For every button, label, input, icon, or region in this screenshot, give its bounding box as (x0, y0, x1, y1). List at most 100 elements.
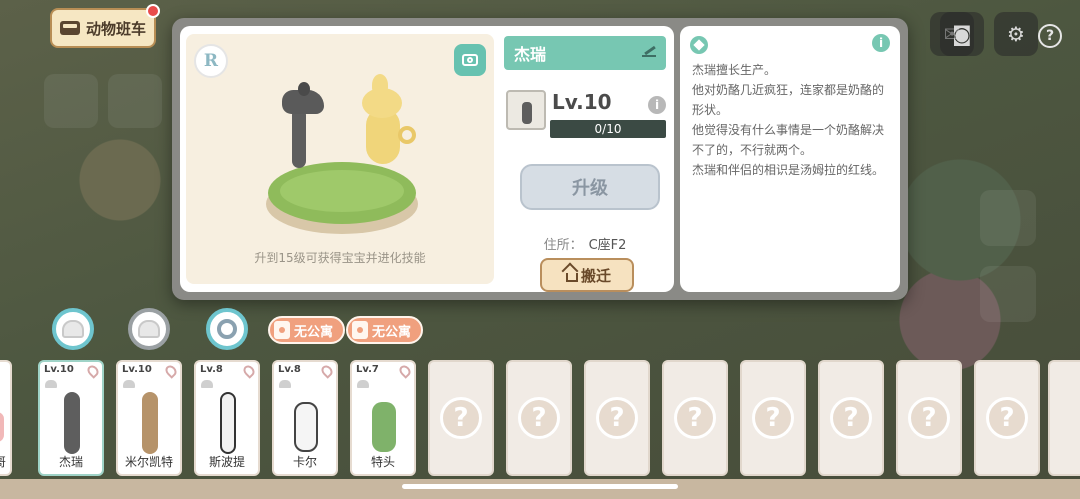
animal-bio: 杰瑞擅长生产。 他对奶酪几近疯狂，连家都是奶酪的形状。 他觉得没有什么事情是一个… (692, 60, 888, 180)
card-level: Lv.8 (278, 364, 301, 375)
level-label: Lv.10 (552, 90, 612, 114)
chef-hat-icon (45, 380, 57, 388)
animal-card[interactable]: Lv.8 斯波提 (194, 360, 260, 476)
relocate-label: 搬迁 (580, 266, 611, 285)
relocate-button[interactable]: 搬迁 (540, 258, 634, 292)
gear-icon[interactable]: ⚙ (994, 12, 1038, 56)
bio-line: 杰瑞和伴侣的相识是汤姆拉的红线。 (692, 163, 885, 177)
camera-icon (462, 54, 478, 66)
location-pin-icon (319, 363, 335, 379)
card-level: Lv.7 (356, 364, 379, 375)
no-apartment-tag: 无公寓 (346, 316, 424, 344)
door-icon (352, 321, 368, 339)
question-icon: ? (908, 397, 950, 439)
animal-profile-card: R 升到15级可获得宝宝并进化技能 杰瑞 Lv.10 i 0/10 升级 住所：… (180, 26, 674, 292)
partner-mouse-figure (362, 74, 418, 174)
animal-figure (64, 392, 80, 454)
photo-button[interactable] (454, 44, 486, 76)
jerry-mouse-figure (282, 78, 324, 178)
animal-card[interactable]: Lv.10 米尔凯特 (116, 360, 182, 476)
gear-badge (206, 308, 248, 350)
empty-slot[interactable]: ? (428, 360, 494, 476)
location-pin-icon (241, 363, 257, 379)
xp-text: 0/10 (594, 122, 622, 136)
home-icon (563, 269, 578, 282)
tray-base (0, 479, 1080, 499)
bio-line: 他对奶酪几近疯狂，连家都是奶酪的形状。 (692, 83, 885, 117)
animal-card[interactable]: Lv.7 特头 (350, 360, 416, 476)
card-level: Lv.8 (200, 364, 223, 375)
empty-slot[interactable]: ? (506, 360, 572, 476)
xp-progress-bar: 0/10 (550, 120, 666, 138)
gear-icon (217, 319, 237, 339)
upgrade-button[interactable]: 升级 (520, 164, 660, 210)
animal-stage: R 升到15级可获得宝宝并进化技能 (186, 34, 494, 284)
help-icon[interactable]: ? (1038, 24, 1062, 48)
residence-value: C座F2 (588, 238, 627, 253)
card-level: Lv.10 (44, 364, 74, 375)
animal-card-partial[interactable]: 哥 (0, 360, 12, 476)
chef-hat-badge (128, 308, 170, 350)
animal-name-field[interactable]: 杰瑞 (504, 36, 666, 70)
door-icon (274, 321, 290, 339)
animal-thumbnail (506, 90, 546, 130)
chef-hat-icon (123, 380, 135, 388)
edit-icon[interactable] (642, 47, 656, 57)
mortarboard-icon (357, 380, 369, 388)
empty-slot[interactable] (1048, 360, 1080, 476)
location-pin-icon (163, 363, 179, 379)
animal-bus-label: 动物班车 (86, 19, 147, 38)
empty-slot[interactable]: ? (896, 360, 962, 476)
no-apartment-tag: 无公寓 (268, 316, 346, 344)
empty-slot[interactable]: ? (662, 360, 728, 476)
animal-figure (142, 392, 158, 454)
gear-icon (201, 380, 213, 388)
residence-label: 住所： (543, 238, 583, 253)
animal-bus-button[interactable]: 动物班车 (50, 4, 160, 48)
animal-card-tray: 哥 无公寓 无公寓 Lv.10 杰瑞 Lv.10 米尔凯特 Lv.8 斯波提 L… (0, 308, 1080, 499)
card-level: Lv.10 (122, 364, 152, 375)
animal-figure (294, 402, 318, 452)
notification-dot (146, 4, 160, 18)
question-icon: ? (518, 397, 560, 439)
chef-hat-badge (52, 308, 94, 350)
skill-icon (690, 36, 708, 54)
question-icon: ? (752, 397, 794, 439)
animal-card[interactable]: Lv.10 杰瑞 (38, 360, 104, 476)
bio-line: 杰瑞擅长生产。 (692, 63, 777, 77)
empty-slot[interactable]: ? (818, 360, 884, 476)
card-name: 哥 (0, 453, 6, 470)
chef-hat-icon (138, 320, 160, 338)
card-name: 米尔凯特 (124, 455, 173, 469)
home-indicator[interactable] (402, 484, 678, 489)
question-icon: ? (440, 397, 482, 439)
chef-hat-icon (279, 380, 291, 388)
location-pin-icon (397, 363, 413, 379)
empty-slot[interactable]: ? (974, 360, 1040, 476)
no-apartment-label: 无公寓 (372, 324, 412, 340)
question-icon: ? (986, 397, 1028, 439)
location-pin-icon (85, 363, 101, 379)
empty-slot[interactable]: ? (740, 360, 806, 476)
animal-figure (372, 402, 396, 452)
empty-slot[interactable]: ? (584, 360, 650, 476)
question-icon: ? (674, 397, 716, 439)
animal-figure (220, 392, 236, 454)
level-info-icon[interactable]: i (648, 96, 666, 114)
bio-line: 他觉得没有什么事情是一个奶酪解决不了的，不行就两个。 (692, 123, 885, 157)
animal-detail-modal: R 升到15级可获得宝宝并进化技能 杰瑞 Lv.10 i 0/10 升级 住所：… (172, 18, 908, 300)
card-name: 卡尔 (292, 455, 317, 469)
chef-hat-icon (62, 320, 84, 338)
residence-info: 住所： C座F2 (504, 234, 666, 253)
camera-icon[interactable]: ◙ (940, 12, 984, 56)
card-name: 杰瑞 (58, 455, 83, 469)
animal-name: 杰瑞 (514, 45, 547, 64)
question-icon: ? (830, 397, 872, 439)
animal-card[interactable]: Lv.8 卡尔 (272, 360, 338, 476)
animal-bio-card: i 杰瑞擅长生产。 他对奶酪几近疯狂，连家都是奶酪的形状。 他觉得没有什么事情是… (680, 26, 900, 292)
question-icon: ? (596, 397, 638, 439)
card-name: 特头 (370, 455, 395, 469)
evolution-hint: 升到15级可获得宝宝并进化技能 (254, 251, 426, 265)
bio-info-icon[interactable]: i (872, 34, 890, 52)
bus-icon (60, 21, 80, 35)
